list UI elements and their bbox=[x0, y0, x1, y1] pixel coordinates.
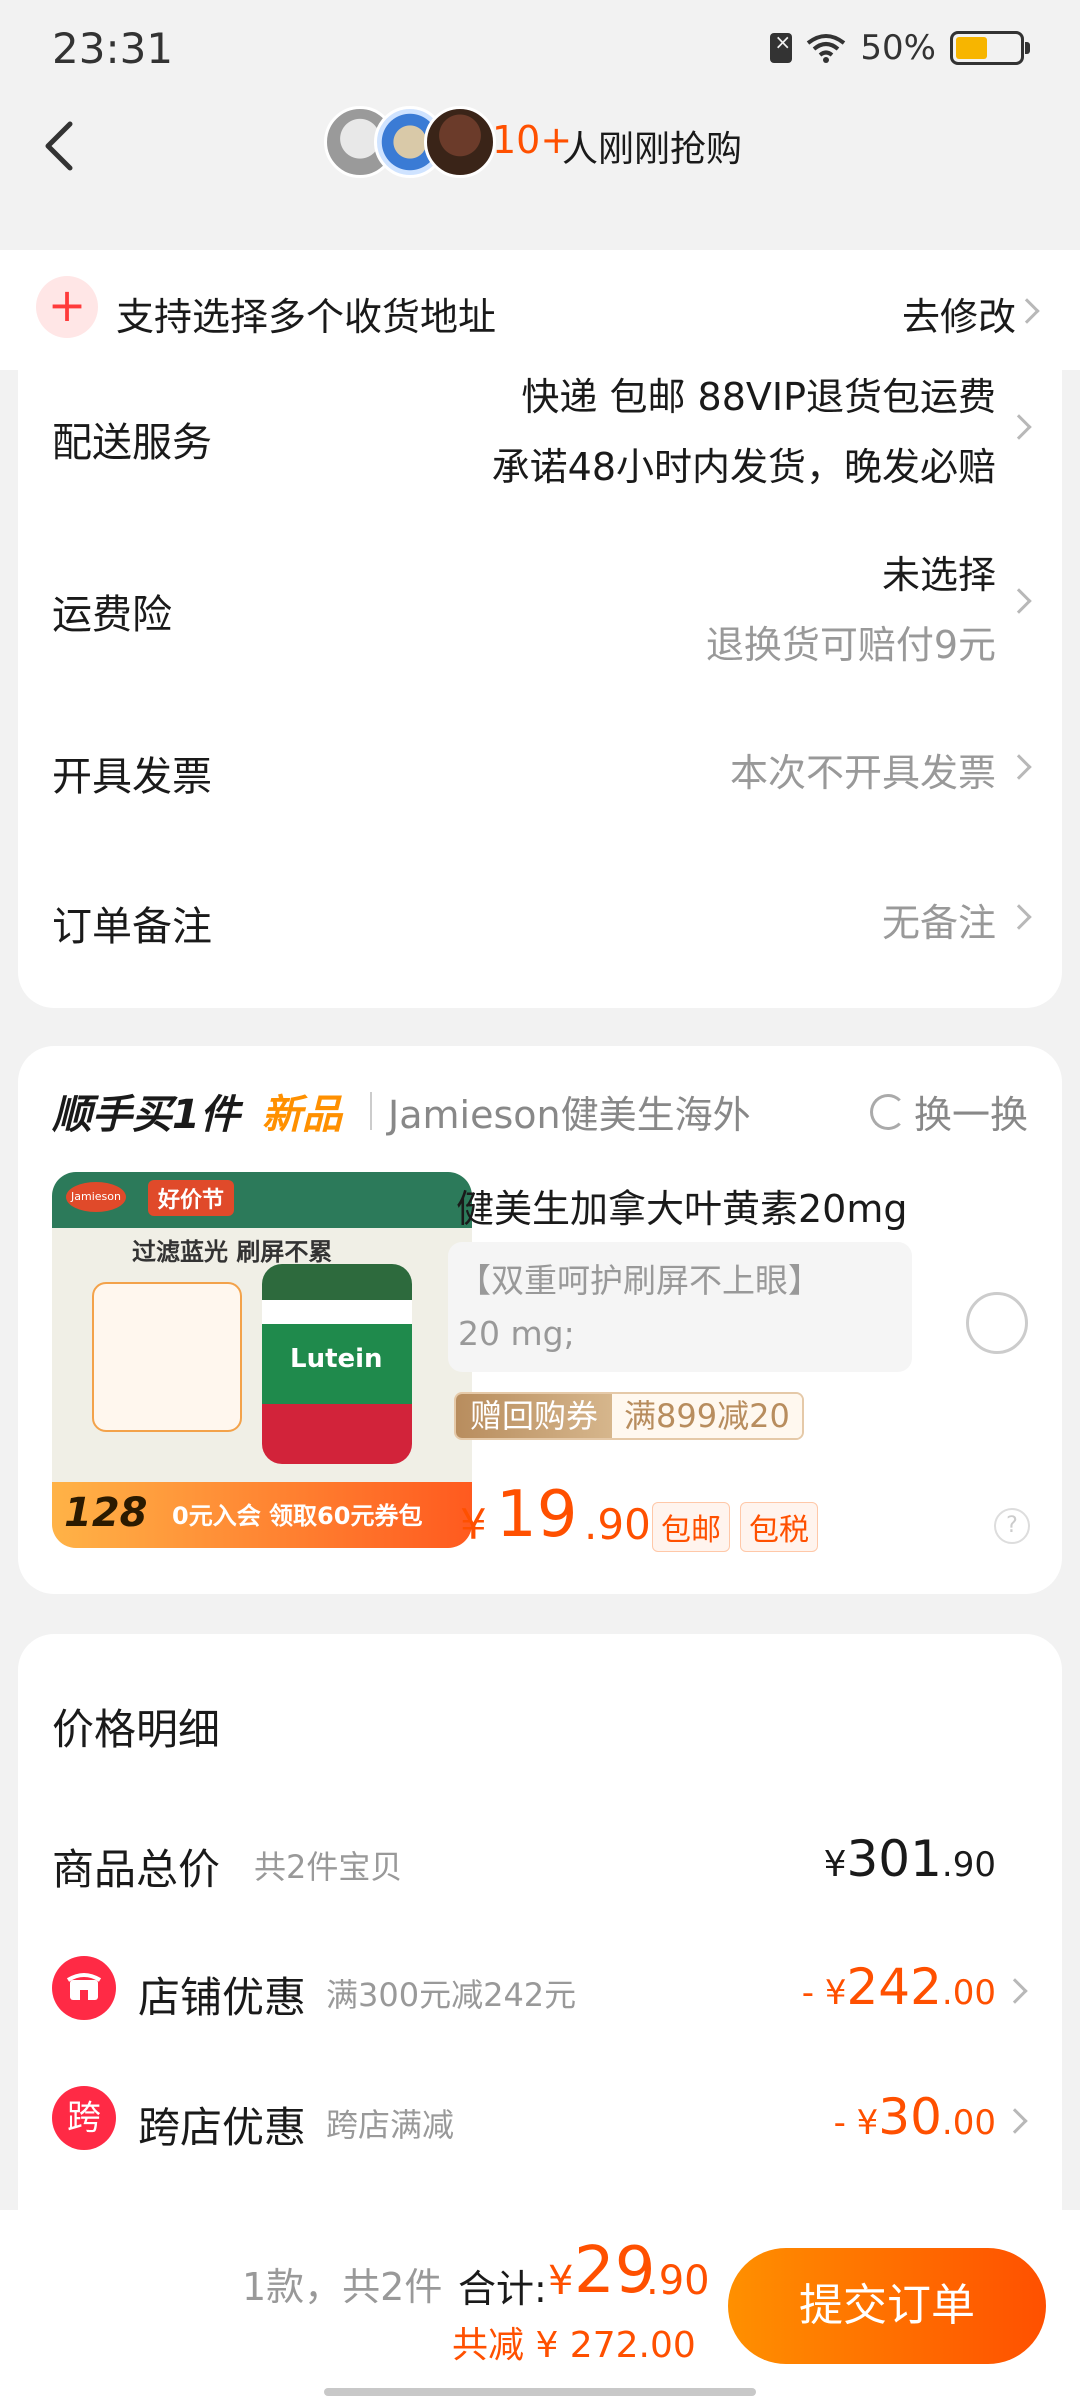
price-integer: 19 bbox=[496, 1478, 578, 1552]
total-amount: ¥ 301 .90 bbox=[824, 1830, 996, 1888]
delivery-line2[interactable]: 承诺48小时内发货，晚发必赔 bbox=[492, 436, 996, 491]
shop-discount-decimal: .00 bbox=[941, 1973, 996, 2013]
total-integer-bottom: 29 bbox=[574, 2234, 656, 2308]
select-radio[interactable] bbox=[966, 1292, 1028, 1354]
image-tag: 好价节 bbox=[148, 1180, 235, 1216]
store-icon bbox=[66, 1973, 102, 2000]
image-coupon: 0元入会 领取60元券包 bbox=[172, 1502, 423, 1530]
image-price: 128 bbox=[64, 1490, 148, 1536]
swap-button[interactable]: 换一换 bbox=[869, 1084, 1028, 1139]
bottle-label: Lutein bbox=[290, 1344, 383, 1374]
insurance-note: 退换货可赔付9元 bbox=[705, 623, 996, 667]
item-count: 1款，共2件 bbox=[242, 2265, 443, 2309]
shop-discount-amount[interactable]: - ¥ 242 .00 bbox=[802, 1958, 996, 2016]
buyer-count: 10+ bbox=[492, 118, 573, 162]
cross-store-icon: 跨 bbox=[52, 2086, 116, 2150]
add-icon[interactable]: + bbox=[36, 276, 98, 338]
cross-discount-amount[interactable]: - ¥ 30 .00 bbox=[834, 2088, 996, 2146]
free-shipping-badge: 包邮 bbox=[652, 1502, 730, 1552]
coupon-tag: 赠回购券 满899减20 bbox=[454, 1392, 804, 1440]
submit-order-button[interactable]: 提交订单 bbox=[728, 2248, 1046, 2364]
address-edit-link[interactable]: 去修改 bbox=[902, 286, 1016, 341]
help-icon[interactable]: ? bbox=[994, 1508, 1030, 1544]
home-indicator[interactable] bbox=[324, 2388, 756, 2396]
insurance-label: 运费险 bbox=[52, 592, 172, 638]
cross-discount-decimal: .00 bbox=[941, 2103, 996, 2143]
shop-discount-prefix: - ¥ bbox=[801, 1973, 847, 2013]
total-reduction: 共减 ¥ 272.00 bbox=[452, 2325, 696, 2366]
total-decimal: .90 bbox=[941, 1845, 996, 1885]
invoice-value[interactable]: 本次不开具发票 bbox=[730, 742, 996, 797]
total-decimal-bottom: .90 bbox=[646, 2258, 710, 2304]
remark-label: 订单备注 bbox=[52, 904, 212, 950]
cross-discount-label: 跨店优惠 bbox=[138, 2103, 307, 2152]
divider bbox=[370, 1092, 372, 1130]
total-sub: 共2件宝贝 bbox=[254, 1848, 403, 1886]
addon-new-tag: 新品 bbox=[262, 1092, 342, 1138]
coupon-tag-right: 满899减20 bbox=[612, 1394, 802, 1438]
shop-discount-label: 店铺优惠 bbox=[138, 1973, 307, 2022]
gift-box-graphic bbox=[92, 1282, 242, 1432]
back-icon[interactable] bbox=[40, 118, 80, 174]
coupon-tag-left: 赠回购券 bbox=[456, 1394, 613, 1438]
price-detail-title: 价格明细 bbox=[52, 1705, 221, 1754]
invoice-label: 开具发票 bbox=[52, 754, 212, 800]
total-label-bottom: 合计: bbox=[458, 2267, 547, 2311]
brand-logo: Jamieson bbox=[66, 1182, 126, 1212]
shop-discount-integer: 242 bbox=[846, 1958, 942, 2016]
battery-percent: 50% bbox=[860, 28, 936, 68]
cross-discount-integer: 30 bbox=[878, 2088, 942, 2146]
status-time: 23:31 bbox=[52, 24, 174, 73]
refresh-icon bbox=[869, 1093, 906, 1130]
product-name[interactable]: 健美生加拿大叶黄素20mg bbox=[456, 1178, 908, 1233]
shop-discount-sub: 满300元减242元 bbox=[326, 1976, 577, 2014]
delivery-line1[interactable]: 快递 包邮 88VIP退货包运费 bbox=[521, 366, 996, 421]
product-image[interactable]: Jamieson 好价节 过滤蓝光 刷屏不累 Lutein 128 0元入会 领… bbox=[52, 1172, 472, 1548]
total-currency-bottom: ¥ bbox=[548, 2258, 574, 2304]
addon-title: 顺手买1件 bbox=[52, 1092, 240, 1138]
wifi-icon bbox=[807, 34, 846, 63]
total-currency: ¥ bbox=[823, 1844, 847, 1885]
shop-icon bbox=[52, 1956, 116, 2020]
image-headline: 过滤蓝光 刷屏不累 bbox=[132, 1238, 333, 1266]
price-decimal: .90 bbox=[584, 1500, 651, 1549]
cross-discount-prefix: - ¥ bbox=[833, 2103, 879, 2143]
swap-label: 换一换 bbox=[913, 1093, 1028, 1137]
no-sim-icon bbox=[770, 30, 793, 63]
price-currency: ¥ bbox=[460, 1500, 487, 1549]
delivery-label: 配送服务 bbox=[52, 420, 212, 466]
buyer-avatars bbox=[324, 106, 496, 178]
address-hint: 支持选择多个收货地址 bbox=[116, 295, 497, 339]
remark-value[interactable]: 无备注 bbox=[882, 892, 996, 947]
addon-shop[interactable]: Jamieson健美生海外 bbox=[388, 1084, 751, 1139]
insurance-value[interactable]: 未选择 bbox=[882, 544, 996, 599]
product-desc: 【双重呵护刷屏不上眼】 bbox=[458, 1261, 821, 1300]
avatar bbox=[424, 106, 496, 178]
total-integer: 301 bbox=[846, 1830, 942, 1888]
cross-discount-sub: 跨店满减 bbox=[326, 2106, 455, 2144]
total-label: 商品总价 bbox=[52, 1845, 221, 1894]
buyer-text: 人刚刚抢购 bbox=[562, 129, 743, 170]
battery-icon bbox=[950, 31, 1030, 65]
battery-fill bbox=[956, 37, 987, 59]
status-icons: 50% bbox=[770, 28, 1030, 68]
product-spec: 20 mg; bbox=[458, 1314, 575, 1353]
tax-included-badge: 包税 bbox=[740, 1502, 818, 1552]
